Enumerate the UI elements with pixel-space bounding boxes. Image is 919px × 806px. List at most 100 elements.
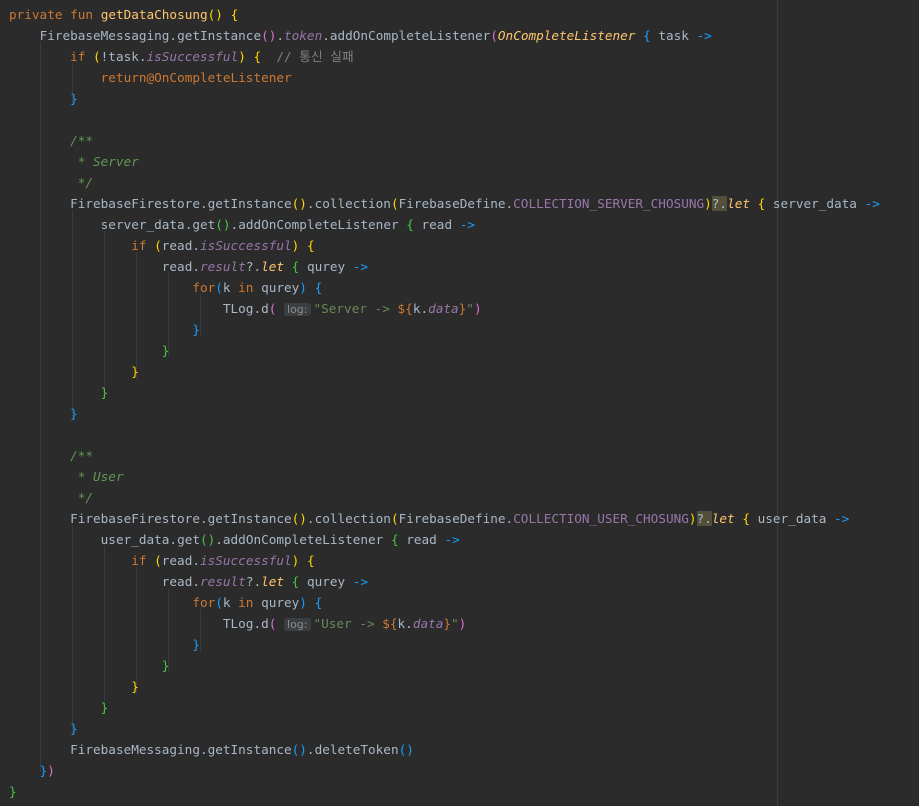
- code-line[interactable]: TLog.d( log: "User -> ${k.data}"): [9, 613, 914, 634]
- code-line[interactable]: server_data.get().addOnCompleteListener …: [9, 214, 914, 235]
- method: addOnCompleteListener: [238, 217, 399, 232]
- keyword: in: [238, 280, 254, 295]
- parameter: server_data: [772, 196, 857, 211]
- identifier: user_data: [100, 532, 170, 547]
- doc-comment: * User: [70, 469, 124, 484]
- code-line[interactable]: return@OnCompleteListener: [9, 67, 914, 88]
- code-line[interactable]: if (read.isSuccessful) {: [9, 235, 914, 256]
- method: collection: [314, 511, 391, 526]
- return-statement: return@OnCompleteListener: [100, 70, 292, 85]
- code-line[interactable]: }: [9, 382, 914, 403]
- arrow: ->: [834, 511, 850, 526]
- code-line[interactable]: private fun getDataChosung() {: [9, 4, 914, 25]
- code-line[interactable]: read.result?.let { qurey ->: [9, 256, 914, 277]
- code-line[interactable]: }: [9, 340, 914, 361]
- parameter: task: [658, 28, 689, 43]
- code-line[interactable]: }: [9, 781, 914, 802]
- template-open: ${: [382, 616, 398, 631]
- method: deleteToken: [314, 742, 399, 757]
- identifier: read: [161, 574, 193, 589]
- method: getInstance: [207, 742, 292, 757]
- method: TLog.d: [222, 616, 269, 631]
- parameter: qurey: [306, 574, 346, 589]
- property: isSuccessful: [146, 49, 239, 64]
- identifier: !task.: [100, 49, 147, 64]
- identifier: FirebaseDefine.: [398, 511, 514, 526]
- arrow: ->: [459, 217, 476, 232]
- method: get: [192, 217, 216, 232]
- string: ": [451, 616, 459, 631]
- code-line[interactable]: read.result?.let { qurey ->: [9, 571, 914, 592]
- keyword: fun: [70, 7, 94, 22]
- method: getInstance: [177, 28, 262, 43]
- identifier: FirebaseMessaging: [39, 28, 170, 43]
- safe-call-operator: ?.: [696, 511, 712, 526]
- code-line[interactable]: }: [9, 88, 914, 109]
- function-name: let: [261, 574, 285, 589]
- code-line[interactable]: }: [9, 403, 914, 424]
- code-line[interactable]: FirebaseMessaging.getInstance().deleteTo…: [9, 739, 914, 760]
- keyword: for: [192, 280, 216, 295]
- identifier: FirebaseFirestore: [70, 511, 200, 526]
- code-line[interactable]: }): [9, 760, 914, 781]
- arrow: ->: [352, 574, 369, 589]
- method: addOnCompleteListener: [329, 28, 491, 43]
- identifier: FirebaseMessaging: [70, 742, 200, 757]
- identifier: FirebaseDefine.: [398, 196, 514, 211]
- property: data: [412, 616, 444, 631]
- code-line[interactable]: */: [9, 172, 914, 193]
- identifier: read: [161, 238, 193, 253]
- arrow: ->: [352, 259, 369, 274]
- arrow: ->: [864, 196, 880, 211]
- doc-comment: */: [70, 175, 94, 190]
- arrow: ->: [444, 532, 460, 547]
- method: get: [177, 532, 200, 547]
- keyword: for: [192, 595, 216, 610]
- function-name: let: [711, 511, 735, 526]
- code-line[interactable]: for(k in qurey) {: [9, 592, 914, 613]
- property: data: [428, 301, 459, 316]
- safe-call-operator: ?.: [711, 196, 728, 211]
- identifier: k: [222, 280, 231, 295]
- class-name: OnCompleteListener: [497, 28, 636, 43]
- parameter-hint: log:: [284, 618, 311, 631]
- code-line[interactable]: /**: [9, 445, 914, 466]
- function-name: let: [261, 259, 285, 274]
- keyword: private: [9, 7, 63, 22]
- code-line[interactable]: TLog.d( log: "Server -> ${k.data}"): [9, 298, 914, 319]
- code-line[interactable]: * User: [9, 466, 914, 487]
- code-line[interactable]: }: [9, 319, 914, 340]
- code-line[interactable]: }: [9, 697, 914, 718]
- doc-comment: */: [70, 490, 94, 505]
- code-line[interactable]: }: [9, 655, 914, 676]
- code-line[interactable]: FirebaseFirestore.getInstance().collecti…: [9, 193, 914, 214]
- property: isSuccessful: [199, 238, 292, 253]
- string: "User ->: [313, 616, 383, 631]
- code-line[interactable]: if (!task.isSuccessful) { // 통신 실패: [9, 46, 914, 67]
- code-line[interactable]: * Server: [9, 151, 914, 172]
- function-name: getDataChosung: [100, 7, 208, 22]
- code-line[interactable]: }: [9, 361, 914, 382]
- template-open: ${: [397, 301, 413, 316]
- code-line[interactable]: }: [9, 718, 914, 739]
- identifier: k: [222, 595, 231, 610]
- code-line[interactable]: FirebaseMessaging.getInstance().token.ad…: [9, 25, 914, 46]
- code-line[interactable]: }: [9, 634, 914, 655]
- code-line[interactable]: for(k in qurey) {: [9, 277, 914, 298]
- parameter-hint: log:: [284, 303, 311, 316]
- code-line[interactable]: /**: [9, 130, 914, 151]
- code-line[interactable]: user_data.get().addOnCompleteListener { …: [9, 529, 914, 550]
- property: token: [284, 28, 323, 43]
- doc-comment: * Server: [70, 154, 139, 169]
- identifier: qurey: [261, 280, 300, 295]
- code-line[interactable]: FirebaseFirestore.getInstance().collecti…: [9, 508, 914, 529]
- parameter: read: [406, 532, 437, 547]
- code-line[interactable]: */: [9, 487, 914, 508]
- keyword: if: [131, 238, 147, 253]
- method: TLog.d: [222, 301, 269, 316]
- code-line[interactable]: if (read.isSuccessful) {: [9, 550, 914, 571]
- code-editor[interactable]: private fun getDataChosung() { FirebaseM…: [0, 0, 919, 806]
- parameter: qurey: [306, 259, 346, 274]
- code-line[interactable]: }: [9, 676, 914, 697]
- property: result: [199, 259, 246, 274]
